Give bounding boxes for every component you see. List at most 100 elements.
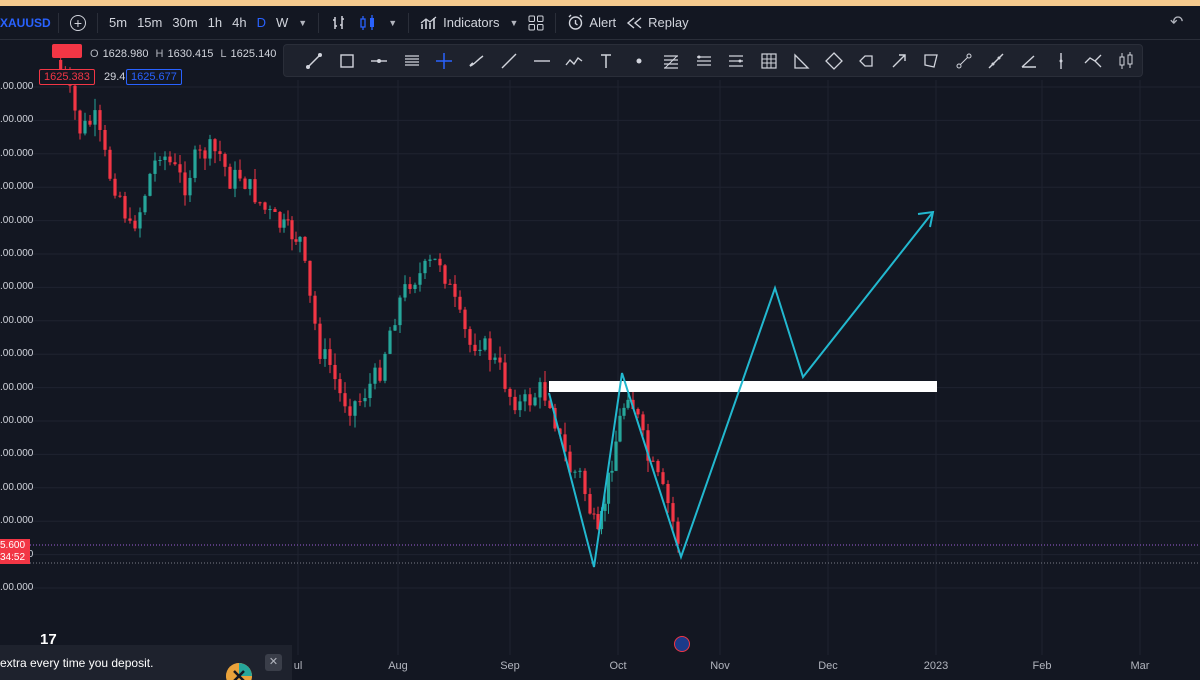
- toolbar-divider: [97, 12, 98, 33]
- arrow-marker-tool-button[interactable]: [850, 47, 882, 75]
- horizontal-line-tool-button[interactable]: [525, 47, 557, 75]
- text-tool-button[interactable]: [590, 47, 622, 75]
- rotated-rectangle-tool-button[interactable]: [818, 47, 850, 75]
- candle-body: [533, 397, 537, 406]
- candle-body: [173, 162, 177, 165]
- replay-button[interactable]: Replay: [621, 10, 693, 36]
- indicators-dropdown-button[interactable]: ▼: [504, 10, 523, 36]
- chevron-down-icon: ▼: [388, 17, 398, 28]
- bar-countdown: 34:52: [0, 552, 26, 563]
- interval-label: 5m: [109, 15, 128, 30]
- candle-body: [88, 120, 92, 125]
- fib-channel-tool-button[interactable]: [688, 47, 720, 75]
- indicators-button[interactable]: Indicators: [415, 10, 504, 36]
- chart-type-button[interactable]: [353, 10, 383, 36]
- candle-body: [488, 338, 492, 360]
- candle-body: [133, 220, 137, 229]
- horizontal-ray-icon: [371, 58, 388, 63]
- price-axis-label: .00.000: [0, 348, 34, 360]
- candle-body: [508, 388, 512, 397]
- chevron-down-icon: ▼: [509, 17, 519, 28]
- candles-type-icon: [360, 14, 375, 30]
- interval-4h-button[interactable]: 4h: [227, 10, 251, 36]
- brush-tool-button[interactable]: [460, 47, 492, 75]
- fib-channel-icon: [696, 55, 711, 66]
- interval-d-button[interactable]: D: [252, 10, 271, 36]
- fib-extension-tool-button[interactable]: [720, 47, 752, 75]
- candle-body: [610, 470, 614, 473]
- close-icon[interactable]: ✕: [265, 654, 282, 671]
- candle-body: [528, 394, 532, 406]
- xabcd-pattern-tool-button[interactable]: [1077, 47, 1109, 75]
- candle-body: [483, 338, 487, 350]
- candle-body: [418, 273, 422, 285]
- angle-icon: [1021, 54, 1036, 68]
- path-tool-button[interactable]: [915, 47, 947, 75]
- candle-body: [233, 169, 237, 189]
- us-flag-icon[interactable]: [674, 636, 690, 652]
- interval-w-button[interactable]: W: [271, 10, 293, 36]
- promo-badge-icon: [226, 663, 252, 680]
- candle-body: [328, 349, 332, 365]
- time-axis-label: Dec: [818, 660, 838, 672]
- text-icon: [601, 53, 612, 68]
- candle-body: [578, 470, 582, 472]
- interval-5m-button[interactable]: 5m: [104, 10, 132, 36]
- arrow-marker-icon: [859, 54, 873, 67]
- trend-line-tool-button[interactable]: [298, 47, 330, 75]
- candle-body: [223, 154, 227, 167]
- horizontal-line-icon: [533, 59, 550, 62]
- parallel-channel-tool-button[interactable]: [395, 47, 427, 75]
- candle-body: [666, 483, 670, 504]
- triangle-pattern-tool-button[interactable]: [785, 47, 817, 75]
- vertical-line-tool-button[interactable]: [1045, 47, 1077, 75]
- crosshair-tool-button[interactable]: [428, 47, 460, 75]
- fib-retracement-tool-button[interactable]: [655, 47, 687, 75]
- toolbar-divider: [318, 12, 320, 33]
- promo-banner[interactable]: extra every time you deposit. ✕: [0, 645, 292, 680]
- trend-line-icon: [306, 52, 323, 69]
- triangle-pattern-icon: [794, 52, 810, 69]
- dot-tool-button[interactable]: [623, 47, 655, 75]
- candle-body: [313, 295, 317, 324]
- candle-body: [258, 202, 262, 204]
- templates-button[interactable]: [523, 10, 549, 36]
- candle-body: [108, 149, 112, 179]
- candle-body: [286, 219, 290, 221]
- rewind-icon: [627, 16, 642, 29]
- interval-30m-button[interactable]: 30m: [167, 10, 202, 36]
- long-position-tool-button[interactable]: [980, 47, 1012, 75]
- price-chart[interactable]: [0, 40, 1200, 660]
- sell-price-box[interactable]: 1625.383: [39, 69, 95, 85]
- undo-icon[interactable]: ↶: [1170, 12, 1183, 32]
- candle-body: [651, 460, 655, 462]
- rectangle-tool-button[interactable]: [330, 47, 362, 75]
- candles-tool-button[interactable]: [1110, 47, 1142, 75]
- interval-dropdown-button[interactable]: ▼: [293, 10, 312, 36]
- curve-tool-button[interactable]: [947, 47, 979, 75]
- buy-price-box[interactable]: 1625.677: [126, 69, 182, 85]
- candle-body: [158, 160, 162, 162]
- curve-icon: [956, 53, 972, 68]
- ray-tool-button[interactable]: [493, 47, 525, 75]
- polyline-tool-button[interactable]: [558, 47, 590, 75]
- candle-body: [193, 149, 197, 178]
- candle-body: [138, 212, 142, 229]
- candle-body: [538, 382, 542, 398]
- interval-1h-button[interactable]: 1h: [203, 10, 227, 36]
- candle-body: [656, 460, 660, 473]
- interval-15m-button[interactable]: 15m: [132, 10, 167, 36]
- compare-symbol-button[interactable]: +: [65, 10, 91, 36]
- angle-tool-button[interactable]: [1012, 47, 1044, 75]
- bar-style-button[interactable]: [325, 10, 353, 36]
- gann-box-tool-button[interactable]: [753, 47, 785, 75]
- candle-body: [363, 398, 367, 402]
- arrow-tool-button[interactable]: [882, 47, 914, 75]
- alert-button[interactable]: Alert: [562, 10, 621, 36]
- horizontal-ray-tool-button[interactable]: [363, 47, 395, 75]
- candle-body: [188, 177, 192, 196]
- chart-type-dropdown-button[interactable]: ▼: [383, 10, 402, 36]
- symbol-search-button[interactable]: XAUUSD: [0, 6, 52, 39]
- price-axis-label: .00.000: [0, 114, 34, 126]
- polyline-icon: [565, 56, 583, 65]
